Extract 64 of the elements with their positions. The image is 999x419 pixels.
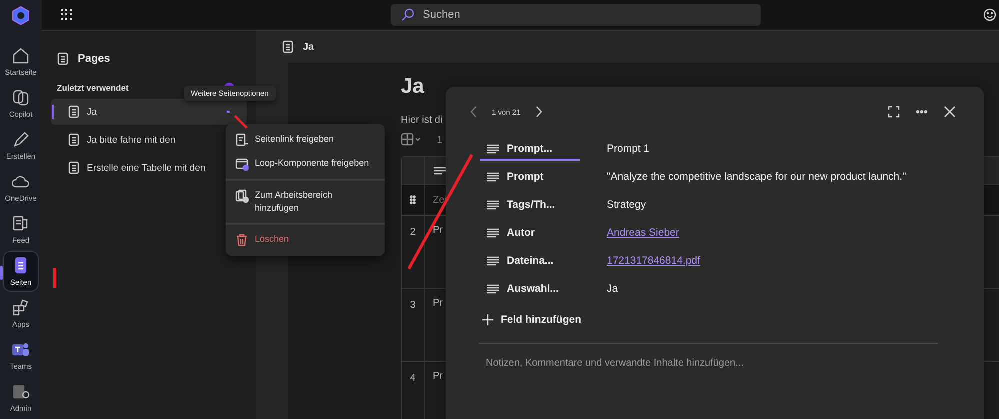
- field-label[interactable]: Tags/Th...: [480, 195, 580, 217]
- text-field-icon: [486, 256, 500, 266]
- field-label[interactable]: Dateina...: [480, 251, 580, 273]
- text-field-icon: [486, 200, 500, 210]
- home-icon: [11, 46, 31, 66]
- page-tab-title: Ja: [303, 42, 314, 52]
- drag-handle-icon: [410, 195, 416, 205]
- trash-icon: [235, 233, 249, 247]
- field-value: Prompt 1: [607, 143, 650, 155]
- search-icon: [401, 8, 415, 22]
- page-text: Hier ist di: [401, 115, 444, 126]
- annotation-stroke: [52, 267, 58, 289]
- workspace-icon: [235, 189, 249, 203]
- menu-item[interactable]: Löschen: [226, 228, 385, 252]
- panel-title: Pages: [78, 53, 110, 65]
- document-icon: [67, 105, 81, 119]
- field-value: "Analyze the competitive landscape for our new product launch.": [607, 171, 906, 183]
- notes-field[interactable]: Notizen, Kommentare und verwandte Inhalte hinzufügen...: [484, 357, 928, 370]
- row-number: 4: [410, 373, 416, 384]
- section-heading: Zuletzt verwendet: [57, 83, 129, 93]
- app-launcher-icon[interactable]: [60, 8, 74, 22]
- text-field-icon: [486, 228, 500, 238]
- logo-icon: [11, 6, 31, 26]
- text-field-icon: [486, 144, 500, 154]
- annotation-stroke: [233, 114, 249, 130]
- field-value: Ja: [607, 283, 618, 295]
- close-icon: [944, 106, 956, 118]
- field-value: Strategy: [607, 199, 646, 211]
- field-label[interactable]: Auswahl...: [480, 279, 580, 301]
- field-link[interactable]: Andreas Sieber: [607, 227, 680, 239]
- toolbar-count: 1: [437, 134, 443, 146]
- text-field-icon: [486, 284, 500, 294]
- document-icon: [281, 40, 295, 54]
- chevron-left-icon: [470, 106, 478, 118]
- search-field[interactable]: Suchen: [391, 4, 761, 26]
- page-link-icon: [235, 133, 249, 147]
- plus-icon: [482, 314, 494, 326]
- add-field-button[interactable]: Feld hinzufügen: [482, 312, 582, 328]
- table-cell: Pr: [433, 371, 443, 382]
- chevron-right-icon: [534, 106, 543, 118]
- text-column-icon: [433, 166, 447, 176]
- loop-component-icon: [235, 157, 249, 171]
- smiley-icon: [983, 8, 997, 22]
- table-cell: Pr: [433, 225, 443, 236]
- text-field-icon: [486, 172, 500, 182]
- field-link[interactable]: 1721317846814.pdf: [607, 255, 700, 267]
- expand-icon: [888, 106, 900, 118]
- field-label[interactable]: Autor: [480, 223, 580, 245]
- copilot-icon: [11, 88, 31, 108]
- menu-item[interactable]: Zum Arbeitsbereich hinzufügen: [226, 184, 385, 220]
- table-cell: Pr: [433, 298, 443, 309]
- document-icon: [67, 161, 81, 175]
- row-number: 2: [410, 227, 416, 238]
- document-icon: [67, 133, 81, 147]
- page-item[interactable]: Ja: [51, 99, 247, 125]
- page-title: Ja: [401, 75, 426, 99]
- table-icon: [401, 133, 423, 147]
- apps-icon: [11, 298, 31, 318]
- row-number: 3: [410, 300, 416, 311]
- more-icon: [916, 110, 928, 114]
- field-label[interactable]: Prompt: [480, 167, 580, 189]
- field-label[interactable]: Prompt...: [480, 139, 580, 161]
- pen-icon: [11, 130, 31, 150]
- document-icon: [56, 52, 70, 66]
